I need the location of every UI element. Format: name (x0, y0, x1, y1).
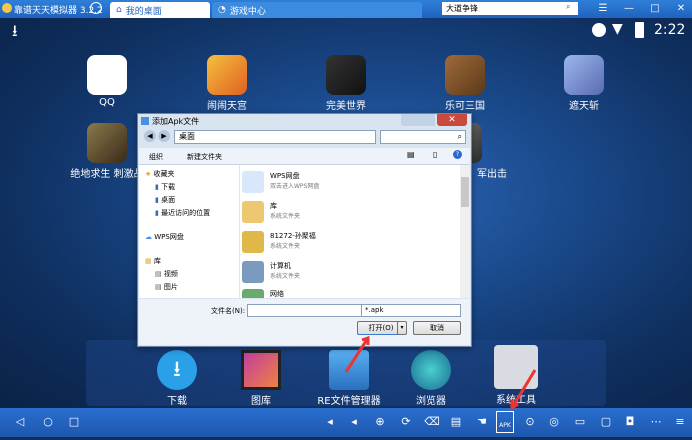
arrow-to-apk-button (510, 369, 537, 409)
arrow-to-open-button (344, 337, 370, 373)
annotation-arrows (344, 335, 537, 411)
